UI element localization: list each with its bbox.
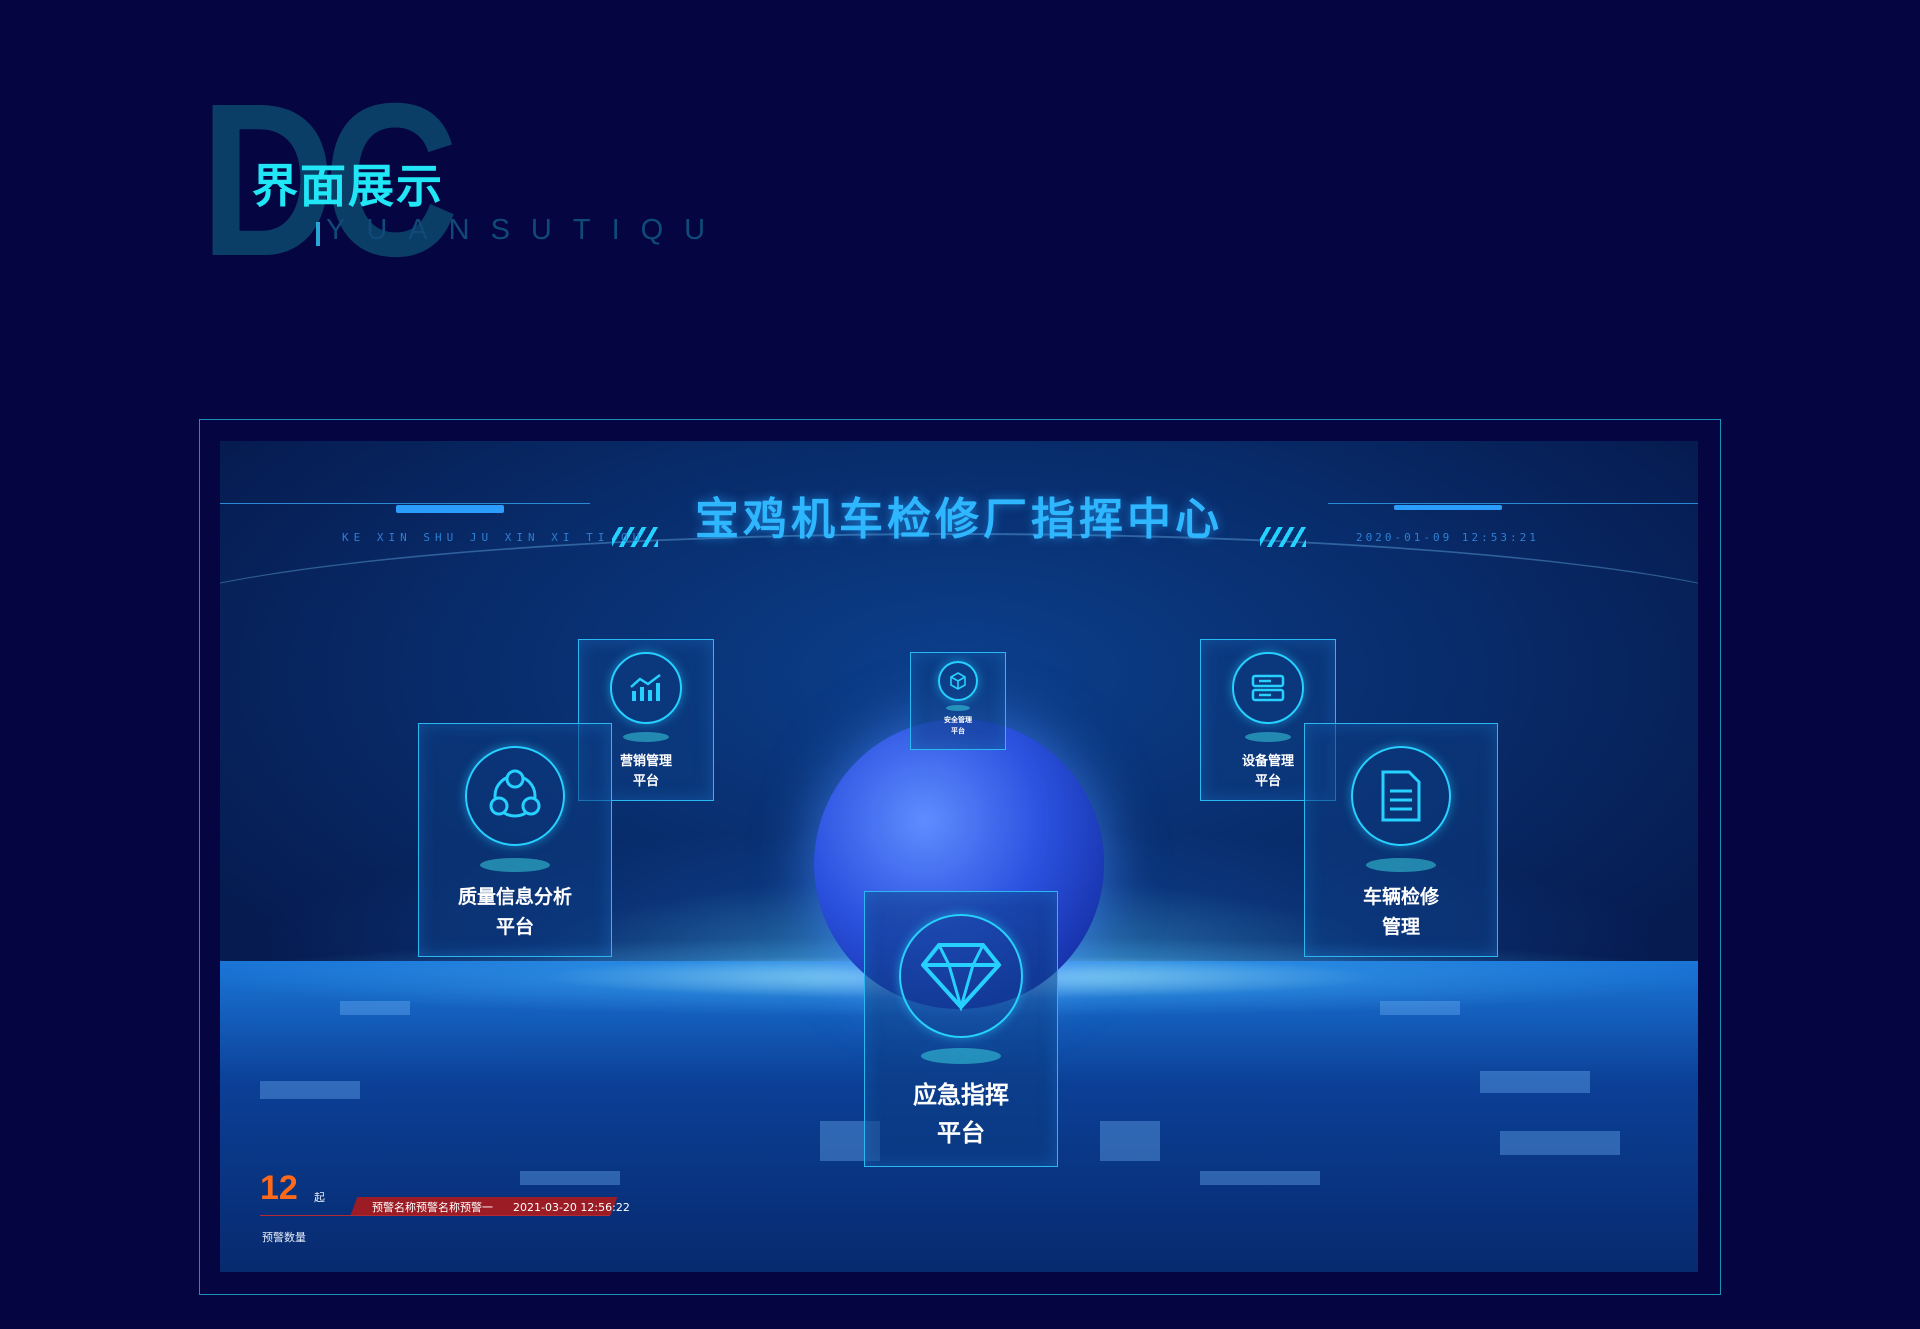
card-quality-platform[interactable]: 质量信息分析 平台 <box>418 723 612 957</box>
warning-name: 预警名称预警名称预警一 <box>372 1201 493 1214</box>
floor-tile <box>1380 1001 1460 1015</box>
floor-tile <box>1200 1171 1320 1185</box>
datetime-display: 2020-01-09 12:53:21 <box>1356 531 1539 544</box>
diamond-icon <box>899 914 1023 1038</box>
card-emergency-command[interactable]: 应急指挥 平台 <box>864 891 1058 1167</box>
icon-pedestal <box>946 705 970 711</box>
floor-tile <box>1100 1121 1160 1161</box>
warning-time: 2021-03-20 12:56:22 <box>513 1201 630 1214</box>
warning-count: 12 <box>260 1169 298 1207</box>
icon-pedestal <box>1366 858 1436 872</box>
icon-pedestal <box>1245 732 1291 742</box>
server-icon <box>1232 652 1304 724</box>
warning-underline <box>260 1215 610 1216</box>
page: DC 界面展示 YUANSUTIQU 宝鸡机车检修厂指挥中心 KE XIN SH… <box>0 0 1920 1329</box>
icon-pedestal <box>623 732 669 742</box>
pinyin-caption: KE XIN SHU JU XIN XI TI QU <box>342 531 645 544</box>
warning-message[interactable]: 预警名称预警名称预警一 2021-03-20 12:56:22 <box>372 1199 630 1215</box>
section-title: 界面展示 <box>252 159 444 213</box>
card-label: 应急指挥 平台 <box>913 1081 1009 1147</box>
trend-chart-icon <box>610 652 682 724</box>
floor-tile <box>340 1001 410 1015</box>
card-label: 车辆检修 管理 <box>1362 886 1439 938</box>
section-subtitle: YUANSUTIQU <box>326 214 727 246</box>
warning-caption: 预警数量 <box>262 1231 306 1244</box>
molecule-icon <box>465 746 565 846</box>
card-safety-platform[interactable]: 安全管理 平台 <box>910 652 1006 750</box>
cube-icon <box>938 661 978 701</box>
floor-tile <box>260 1081 360 1099</box>
document-icon <box>1351 746 1451 846</box>
card-label: 安全管理 平台 <box>944 716 972 735</box>
icon-pedestal <box>921 1048 1001 1064</box>
floor-tile <box>1500 1131 1620 1155</box>
icon-pedestal <box>480 858 550 872</box>
floor-tile <box>1480 1071 1590 1093</box>
warning-count-unit: 起 <box>314 1191 325 1204</box>
card-label: 质量信息分析 平台 <box>457 886 572 938</box>
floor-tile <box>520 1171 620 1185</box>
header-accent-bar <box>316 222 320 246</box>
dashboard-screen: 宝鸡机车检修厂指挥中心 KE XIN SHU JU XIN XI TI QU 2… <box>220 441 1698 1272</box>
card-vehicle-maintenance[interactable]: 车辆检修 管理 <box>1304 723 1498 957</box>
